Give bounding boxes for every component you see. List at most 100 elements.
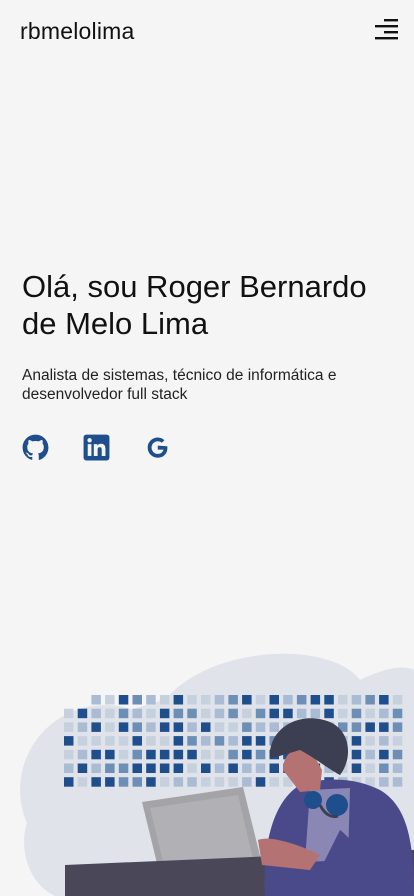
grid-square [173, 777, 184, 787]
grid-square [64, 777, 74, 787]
grid-square [255, 749, 266, 760]
grid-square [132, 749, 142, 760]
grid-square [379, 695, 389, 705]
grid-square [118, 763, 129, 773]
grid-square [255, 736, 266, 746]
grid-square [187, 777, 197, 787]
grid-square [77, 736, 88, 746]
grid-square [159, 708, 170, 719]
grid-square [77, 708, 88, 719]
grid-square [392, 749, 403, 760]
grid-square [91, 749, 101, 760]
google-link[interactable] [144, 434, 171, 461]
grid-square [351, 708, 362, 719]
grid-square [214, 763, 225, 773]
grid-square [91, 708, 101, 719]
grid-square [201, 777, 211, 787]
grid-square [379, 763, 389, 773]
menu-icon [375, 19, 398, 40]
grid-square [283, 695, 293, 705]
grid-square [201, 722, 211, 732]
grid-square [159, 763, 170, 773]
grid-square [64, 722, 74, 732]
grid-square [187, 695, 197, 705]
grid-square [118, 708, 129, 719]
google-icon [147, 437, 168, 458]
grid-square [338, 708, 348, 719]
grid-square [146, 777, 156, 787]
grid-square [228, 695, 238, 705]
grid-square [392, 763, 403, 773]
grid-square [132, 763, 142, 773]
grid-square [159, 736, 170, 746]
grid-square [91, 763, 101, 773]
grid-square [214, 722, 225, 732]
linkedin-link[interactable] [83, 434, 110, 461]
grid-square [105, 695, 115, 705]
grid-square [214, 736, 225, 746]
github-link[interactable] [22, 434, 49, 461]
grid-square [77, 777, 88, 787]
grid-square [379, 777, 389, 787]
grid-square [146, 736, 156, 746]
grid-square [187, 736, 197, 746]
grid-square [242, 777, 252, 787]
grid-square [77, 749, 88, 760]
grid-square [159, 722, 170, 732]
grid-square [201, 736, 211, 746]
grid-square [187, 708, 197, 719]
menu-button[interactable] [375, 19, 399, 41]
grid-square [173, 695, 184, 705]
grid-square [201, 708, 211, 719]
grid-square [173, 708, 184, 719]
grid-square [269, 722, 279, 732]
grid-square [255, 777, 266, 787]
grid-square [242, 695, 252, 705]
grid-square [365, 736, 375, 746]
grid-square [173, 763, 184, 773]
grid-square [255, 722, 266, 732]
grid-square [146, 763, 156, 773]
grid-square [365, 708, 375, 719]
grid-square [201, 763, 211, 773]
grid-square [228, 736, 238, 746]
grid-square [351, 722, 362, 732]
grid-square [351, 749, 362, 760]
grid-square [242, 736, 252, 746]
grid-square [214, 777, 225, 787]
grid-square [105, 722, 115, 732]
developer-illustration [20, 653, 414, 896]
grid-square [242, 708, 252, 719]
grid-square [228, 777, 238, 787]
grid-square [64, 736, 74, 746]
grid-square [365, 722, 375, 732]
grid-square [242, 749, 252, 760]
grid-square [146, 695, 156, 705]
grid-square [173, 722, 184, 732]
hero-title: Olá, sou Roger Bernardo de Melo Lima [22, 269, 367, 341]
grid-square [118, 777, 129, 787]
grid-square [338, 695, 348, 705]
grid-square [118, 695, 129, 705]
grid-square [64, 749, 74, 760]
grid-square [146, 749, 156, 760]
grid-square [91, 736, 101, 746]
grid-square [132, 736, 142, 746]
grid-square [132, 777, 142, 787]
grid-square [77, 722, 88, 732]
grid-square [118, 722, 129, 732]
grid-square [269, 708, 279, 719]
grid-square [214, 695, 225, 705]
grid-square [228, 708, 238, 719]
grid-square [269, 695, 279, 705]
grid-square [365, 749, 375, 760]
grid-square [118, 749, 129, 760]
grid-square [64, 763, 74, 773]
grid-square [105, 763, 115, 773]
grid-square [214, 749, 225, 760]
grid-square [173, 749, 184, 760]
brand-logo[interactable]: rbmelolima [20, 18, 134, 45]
grid-square [379, 722, 389, 732]
grid-square [201, 749, 211, 760]
grid-square [351, 763, 362, 773]
